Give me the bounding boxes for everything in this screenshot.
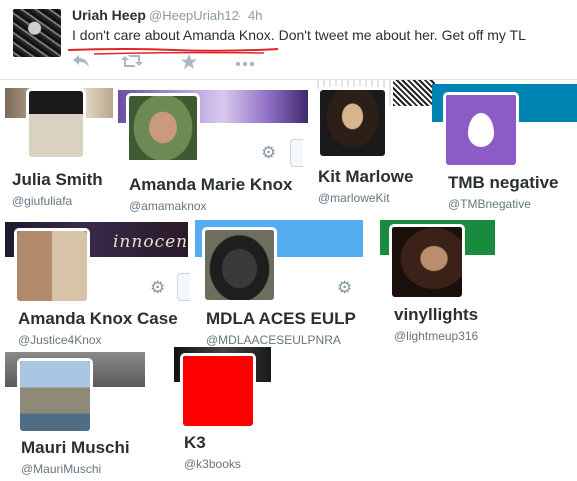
gear-icon[interactable]: ⚙	[150, 278, 165, 298]
profile-handle[interactable]: @MauriMuschi	[21, 462, 101, 476]
profile-avatar[interactable]	[180, 353, 256, 429]
favorite-icon[interactable]	[181, 54, 197, 73]
divider	[0, 79, 577, 80]
banner-text: innocent	[113, 232, 188, 252]
tweet-text: I don't care about Amanda Knox. Don't tw…	[72, 27, 526, 43]
profile-avatar[interactable]	[389, 224, 465, 300]
more-icon[interactable]	[235, 55, 255, 72]
profile-avatar[interactable]	[202, 227, 277, 303]
profile-avatar[interactable]	[317, 87, 388, 159]
egg-icon	[446, 95, 516, 165]
profile-card-tmb-negative[interactable]	[432, 84, 577, 174]
profile-avatar[interactable]	[17, 358, 93, 434]
profile-card-kit-marlowe[interactable]	[313, 80, 435, 166]
profile-handle[interactable]: @giufuliafa	[12, 194, 72, 208]
profile-banner-pattern	[393, 80, 435, 106]
profile-card-vinyllights[interactable]	[380, 220, 495, 302]
profile-handle[interactable]: @TMBnegative	[448, 197, 531, 211]
profile-handle[interactable]: @Justice4Knox	[18, 333, 102, 347]
profile-name[interactable]: Kit Marlowe	[318, 167, 413, 187]
profile-card-mauri-muschi[interactable]	[5, 352, 145, 434]
profile-handle[interactable]: @marloweKit	[318, 191, 390, 205]
tweet-timestamp[interactable]: 4h	[248, 8, 262, 23]
profile-avatar[interactable]	[26, 88, 86, 160]
profile-avatar[interactable]	[443, 92, 519, 168]
profile-handle[interactable]: @lightmeup316	[394, 329, 478, 343]
profile-name[interactable]: MDLA ACES EULP	[206, 309, 356, 329]
profile-handle[interactable]: @k3books	[184, 457, 241, 471]
profile-card-k3[interactable]	[174, 347, 271, 430]
profile-name[interactable]: Amanda Marie Knox	[129, 175, 292, 195]
profile-handle[interactable]: @MDLAACESEULPNRA	[206, 333, 341, 347]
profile-handle[interactable]: @amamaknox	[129, 199, 207, 213]
profile-name[interactable]: TMB negative	[448, 173, 559, 193]
tweet-author-handle[interactable]: @HeepUriah12	[149, 8, 239, 23]
profile-name[interactable]: K3	[184, 433, 206, 453]
gear-icon[interactable]: ⚙	[337, 278, 352, 298]
follow-button[interactable]	[290, 139, 303, 167]
profile-name[interactable]: Amanda Knox Case	[18, 309, 178, 329]
profile-name[interactable]: Mauri Muschi	[21, 438, 130, 458]
retweet-icon[interactable]	[121, 54, 143, 72]
reply-icon[interactable]	[72, 54, 90, 72]
profile-name[interactable]: vinyllights	[394, 305, 478, 325]
tweet-separator: ·	[237, 8, 242, 23]
tweet-author-name[interactable]: Uriah Heep	[72, 7, 146, 23]
profile-avatar[interactable]	[126, 93, 200, 160]
profile-avatar[interactable]	[14, 228, 90, 304]
tweet-avatar[interactable]	[13, 9, 61, 57]
profile-name[interactable]: Julia Smith	[12, 170, 103, 190]
follow-button[interactable]	[177, 273, 190, 301]
profile-card-amanda-marie-knox[interactable]	[118, 90, 308, 160]
gear-icon[interactable]: ⚙	[261, 143, 276, 163]
